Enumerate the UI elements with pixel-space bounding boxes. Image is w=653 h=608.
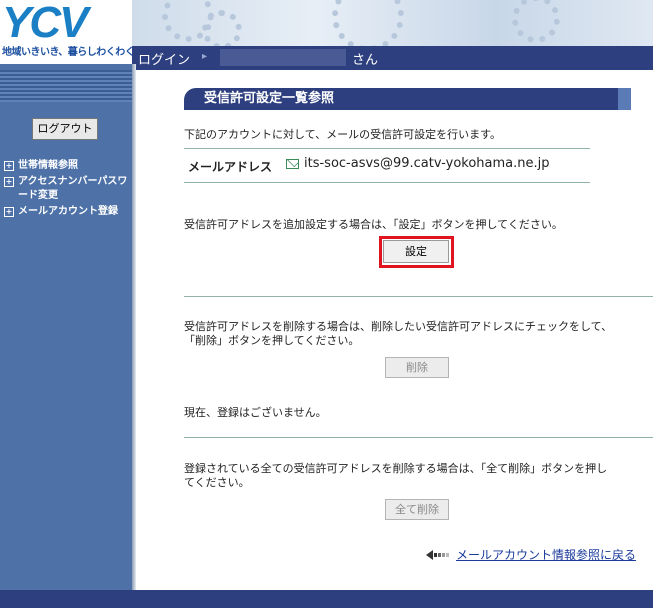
footer-bar bbox=[0, 590, 653, 608]
delete-instruction-line2: 「削除」ボタンを押してください。 bbox=[184, 334, 360, 347]
sidebar-item-password-change[interactable]: + アクセスナンバーパスワード変更 bbox=[4, 175, 128, 203]
main-content: 受信許可設定一覧参照 下記のアカウントに対して、メールの受信許可設定を行います。… bbox=[136, 70, 653, 590]
sidebar-item-household-info[interactable]: + 世帯情報参照 bbox=[4, 159, 128, 173]
setting-button[interactable]: 設定 bbox=[383, 240, 449, 263]
intro-text: 下記のアカウントに対して、メールの受信許可設定を行います。 bbox=[184, 128, 502, 141]
no-registration-text: 現在、登録はございません。 bbox=[184, 406, 327, 419]
page-title: 受信許可設定一覧参照 bbox=[184, 88, 630, 110]
sidebar-item-label: 世帯情報参照 bbox=[18, 160, 78, 171]
sidebar-item-mail-account[interactable]: + メールアカウント登録 bbox=[4, 205, 128, 219]
divider bbox=[184, 148, 590, 149]
user-name-box bbox=[220, 49, 346, 66]
back-arrow-icon bbox=[426, 550, 449, 560]
login-label: ログイン bbox=[138, 53, 191, 68]
expand-icon: + bbox=[4, 207, 14, 217]
divider bbox=[184, 182, 590, 183]
ycv-logo: YCV bbox=[2, 0, 88, 47]
honorific-label: さん bbox=[352, 53, 379, 68]
delete-all-instruction-line2: てください。 bbox=[184, 476, 250, 489]
divider bbox=[184, 437, 653, 438]
mail-address-label: メールアドレス bbox=[188, 160, 273, 174]
delete-all-button[interactable]: 全て削除 bbox=[385, 499, 449, 520]
expand-icon: + bbox=[4, 161, 14, 171]
logout-button[interactable]: ログアウト bbox=[32, 118, 98, 140]
sidebar-item-label: メールアカウント登録 bbox=[18, 206, 118, 217]
delete-button[interactable]: 削除 bbox=[385, 357, 449, 378]
back-to-mail-account-link[interactable]: メールアカウント情報参照に戻る bbox=[456, 546, 636, 563]
gear-decoration-icon bbox=[202, 10, 242, 46]
tagline: 地域いきいき、暮らしわくわく bbox=[2, 47, 135, 58]
sidebar-menu: + 世帯情報参照 + アクセスナンバーパスワード変更 + メールアカウント登録 bbox=[4, 159, 128, 221]
user-bar: ログイン ▸ さん bbox=[132, 46, 653, 70]
title-tab bbox=[618, 88, 631, 110]
logo-area: YCV 地域いきいき、暮らしわくわく bbox=[0, 0, 135, 64]
divider bbox=[184, 296, 653, 297]
sidebar-stripes bbox=[0, 70, 132, 102]
envelope-icon bbox=[286, 159, 299, 169]
header-banner bbox=[132, 0, 653, 46]
gear-decoration-icon bbox=[332, 0, 404, 46]
gear-decoration-icon bbox=[512, 0, 560, 43]
expand-icon: + bbox=[4, 177, 14, 187]
sidebar-item-label: アクセスナンバーパスワード変更 bbox=[18, 176, 128, 201]
arrow-separator-icon: ▸ bbox=[202, 51, 208, 62]
mail-address-value: its-soc-asvs@99.catv-yokohama.ne.jp bbox=[304, 156, 550, 171]
sidebar: ログアウト + 世帯情報参照 + アクセスナンバーパスワード変更 + メールアカ… bbox=[0, 64, 132, 590]
add-instruction: 受信許可アドレスを追加設定する場合は、「設定」ボタンを押してください。 bbox=[184, 218, 563, 231]
